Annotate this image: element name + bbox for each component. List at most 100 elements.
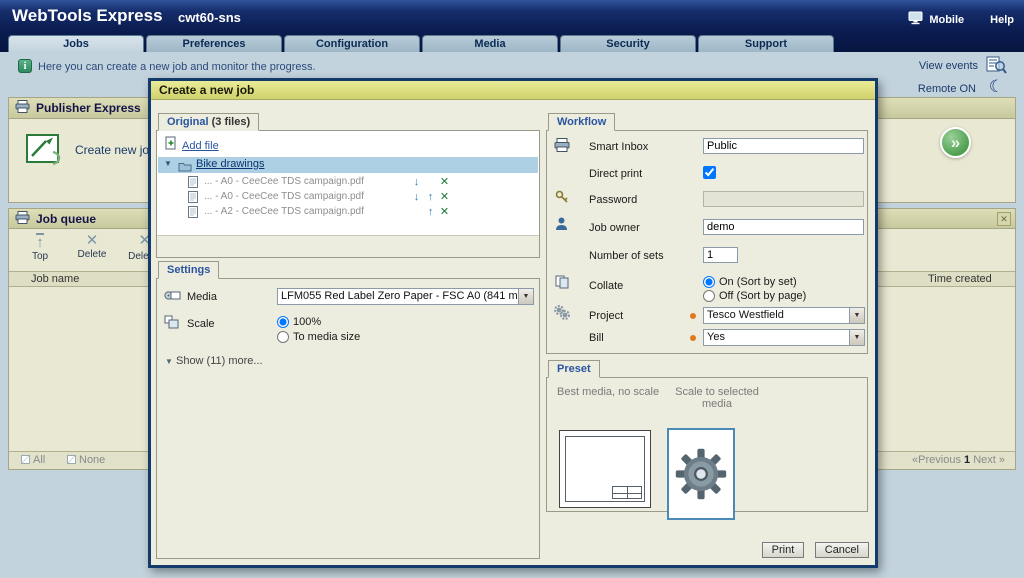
number-of-sets-input[interactable] [703, 247, 738, 263]
tab-media[interactable]: Media [422, 35, 558, 52]
direct-print-checkbox[interactable] [703, 166, 716, 179]
move-down-icon[interactable]: ↓ [410, 190, 423, 204]
dropdown-arrow-icon[interactable]: ▼ [849, 330, 864, 345]
workflow-section: Workflow Smart Inbox Direct print [546, 113, 868, 354]
tab-configuration[interactable]: Configuration [284, 35, 420, 52]
add-file-icon [165, 136, 177, 155]
gear-icon [674, 446, 728, 507]
project-required-dot [690, 313, 696, 319]
smart-inbox-label: Smart Inbox [589, 141, 648, 153]
bill-select[interactable]: Yes ▼ [703, 329, 865, 346]
project-icon [554, 305, 570, 325]
tab-support[interactable]: Support [698, 35, 834, 52]
publisher-express-icon [15, 100, 30, 116]
mobile-icon [908, 11, 924, 28]
delete-icon: ✕ [86, 233, 99, 248]
move-up-icon[interactable]: ↑ [424, 190, 437, 204]
delete-button[interactable]: ✕ Delete [69, 233, 115, 262]
file-name: ... - A0 - CeeCee TDS campaign.pdf [204, 176, 364, 187]
preset-tab: Preset [548, 360, 600, 378]
bill-label: Bill [589, 332, 604, 344]
create-job-icon [25, 130, 67, 175]
remote-icon[interactable]: ☾ [989, 77, 1004, 97]
tab-preferences[interactable]: Preferences [146, 35, 282, 52]
password-input [703, 191, 864, 207]
page-number[interactable]: 1 [964, 454, 970, 466]
select-none-icon [67, 455, 76, 464]
number-of-sets-label: Number of sets [589, 250, 664, 262]
workflow-tab: Workflow [548, 113, 615, 131]
create-job-dialog: Create a new job Original (3 files) Add … [148, 78, 878, 568]
close-panel-icon[interactable]: ✕ [997, 212, 1011, 226]
print-button[interactable]: Print [762, 542, 805, 558]
top-button[interactable]: ↑ Top [17, 233, 63, 262]
column-job-name: Job name [31, 273, 79, 285]
dialog-title: Create a new job [151, 81, 875, 100]
project-select[interactable]: Tesco Westfield ▼ [703, 307, 865, 324]
remove-file-icon[interactable]: ✕ [438, 190, 451, 204]
dropdown-arrow-icon[interactable]: ▼ [849, 308, 864, 323]
password-label: Password [589, 194, 637, 206]
tab-security[interactable]: Security [560, 35, 696, 52]
collate-label: Collate [589, 280, 623, 292]
add-file-link[interactable]: Add file [165, 136, 219, 155]
original-footer-strip [157, 235, 539, 257]
scale-100-option: 100% [277, 316, 321, 328]
preset-best-media-thumb[interactable] [559, 430, 651, 508]
previous-page-link[interactable]: «Previous [912, 454, 961, 466]
expander-icon[interactable]: ▼ [164, 159, 172, 168]
media-select[interactable]: LFM055 Red Label Zero Paper - FSC A0 (84… [277, 288, 534, 305]
show-more-icon: ▼ [165, 357, 173, 366]
remove-file-icon[interactable]: ✕ [438, 205, 451, 219]
file-row: ... - A2 - CeeCee TDS campaign.pdf ↑ ✕ [158, 205, 538, 220]
settings-section: Settings Media LFM055 Red Label Zero Pap… [156, 261, 540, 559]
job-queue-icon [15, 211, 30, 227]
smart-inbox-icon [554, 138, 570, 157]
folder-name-link[interactable]: Bike drawings [196, 158, 264, 170]
collate-off-radio[interactable] [703, 290, 715, 302]
app-title: WebTools Express [12, 6, 163, 26]
scale-fit-radio[interactable] [277, 331, 289, 343]
next-page-link[interactable]: Next » [973, 454, 1005, 466]
remove-file-icon[interactable]: ✕ [438, 175, 451, 189]
move-down-icon[interactable]: ↓ [410, 175, 423, 189]
dialog-body: Original (3 files) Add file ▼ [151, 100, 875, 565]
move-up-icon[interactable]: ↑ [424, 205, 437, 219]
media-label: Media [187, 291, 217, 303]
bill-required-dot [690, 335, 696, 341]
select-all-link[interactable]: All [21, 454, 45, 466]
scale-100-radio[interactable] [277, 316, 289, 328]
file-icon [188, 191, 198, 206]
show-more-link[interactable]: ▼ Show (11) more... [165, 355, 263, 367]
scale-label: Scale [187, 318, 215, 330]
pagination: «Previous 1 Next » [912, 454, 1005, 466]
dropdown-arrow-icon[interactable]: ▼ [518, 289, 533, 304]
tab-jobs[interactable]: Jobs [8, 35, 144, 52]
application-window: WebTools Express cwt60-sns Mobile Help J… [0, 0, 1024, 578]
collate-on-radio[interactable] [703, 276, 715, 288]
file-name: ... - A2 - CeeCee TDS campaign.pdf [204, 206, 364, 217]
view-events-link[interactable]: View events [919, 60, 978, 72]
submit-job-button[interactable]: » [940, 127, 971, 158]
original-tab: Original (3 files) [158, 113, 259, 131]
settings-tab: Settings [158, 261, 219, 279]
file-icon [188, 206, 198, 221]
collate-on-option: On (Sort by set) [703, 276, 797, 288]
original-box: Add file ▼ Bike drawings ... - A0 - CeeC… [156, 130, 540, 258]
app-header: WebTools Express cwt60-sns Mobile Help J… [0, 0, 1024, 52]
preset-scale-thumb[interactable] [667, 428, 735, 520]
file-row: ... - A0 - CeeCee TDS campaign.pdf ↓ ✕ [158, 175, 538, 190]
original-section: Original (3 files) Add file ▼ [156, 113, 540, 258]
mobile-link[interactable]: Mobile [908, 11, 964, 28]
help-link[interactable]: Help [990, 14, 1014, 26]
cancel-button[interactable]: Cancel [815, 542, 869, 558]
job-owner-input[interactable] [703, 219, 864, 235]
smart-inbox-input[interactable] [703, 138, 864, 154]
file-row: ... - A0 - CeeCee TDS campaign.pdf ↓ ↑ ✕ [158, 190, 538, 205]
remote-status-label[interactable]: Remote ON [918, 83, 976, 95]
folder-row[interactable]: ▼ Bike drawings [158, 157, 538, 173]
select-none-link[interactable]: None [67, 454, 105, 466]
main-tab-bar: Jobs Preferences Configuration Media Sec… [8, 35, 834, 52]
job-owner-icon [555, 217, 568, 236]
scale-fit-option: To media size [277, 331, 360, 343]
